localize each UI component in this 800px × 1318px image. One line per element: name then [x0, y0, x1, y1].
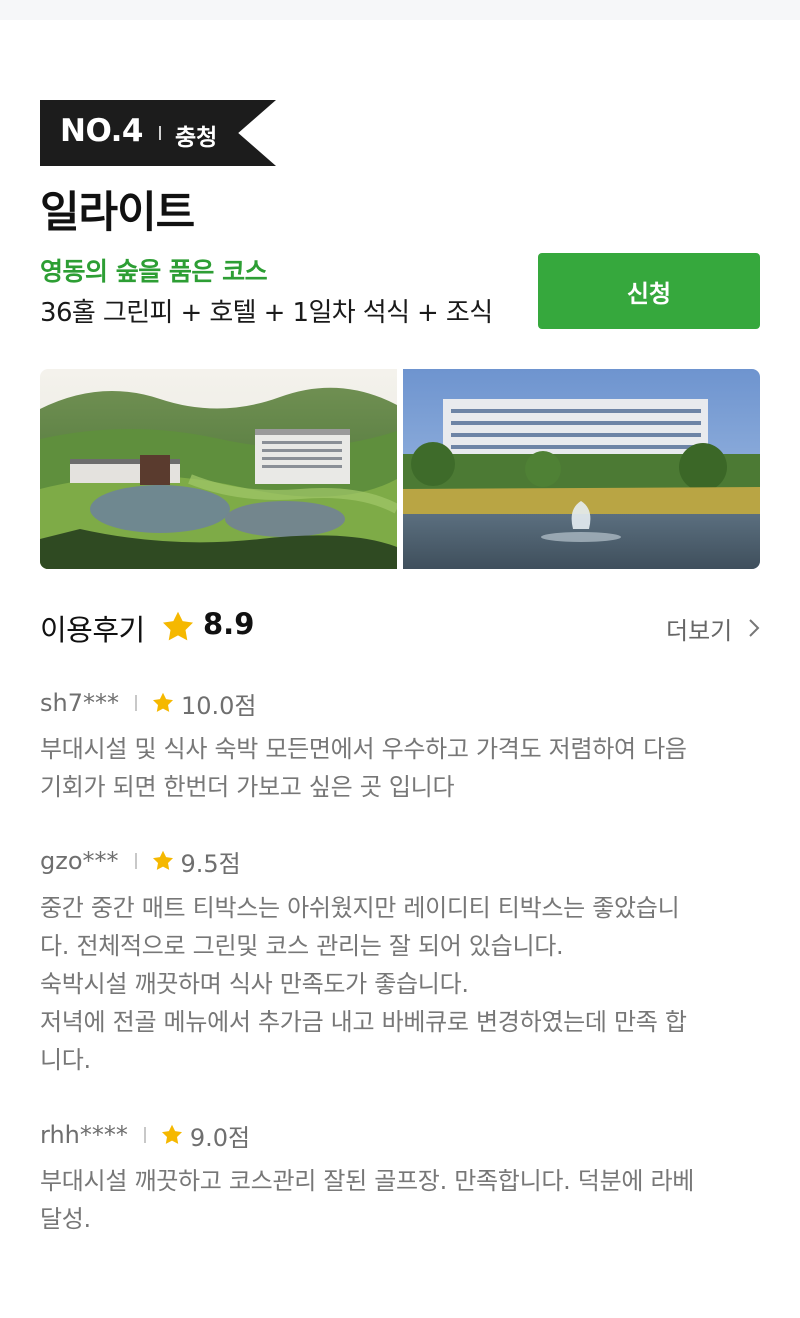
rank-region: 충청	[175, 125, 218, 151]
hotel-with-fountain-image[interactable]	[403, 369, 760, 569]
review-line: 부대시설 깨끗하고 코스관리 잘된 골프장. 만족합니다. 덕분에 라베	[40, 1167, 695, 1195]
reviews-average-score: 8.9	[203, 607, 255, 641]
review-line: 숙박시설 깨끗하며 식사 만족도가 좋습니다.	[40, 970, 469, 998]
meta-divider	[134, 695, 137, 711]
star-icon	[161, 1124, 182, 1144]
rank-number: NO.4	[60, 113, 143, 149]
review-meta: sh7*** 10.0점	[40, 686, 257, 720]
review-line: 니다.	[40, 1046, 91, 1074]
review-rating: 10.0점	[180, 691, 257, 720]
review-line: 중간 중간 매트 티박스는 아쉬웠지만 레이디티 티박스는 좋았습니	[40, 894, 680, 922]
review-line: 다. 전체적으로 그린및 코스 관리는 잘 되어 있습니다.	[40, 932, 564, 960]
review-line: 저녁에 전골 메뉴에서 추가금 내고 바베큐로 변경하였는데 만족 합	[40, 1008, 687, 1036]
review-meta: gzo*** 9.5점	[40, 844, 241, 878]
review-rating: 9.5점	[180, 849, 241, 878]
course-tagline: 영동의 숲을 품은 코스	[40, 257, 268, 286]
review-line: 기회가 되면 한번더 가보고 싶은 곳 입니다	[40, 773, 455, 801]
hotel-illustration	[403, 369, 760, 569]
top-strip	[0, 0, 800, 20]
course-package: 36홀 그린피 + 호텔 + 1일차 석식 + 조식	[40, 298, 493, 328]
review-line: 부대시설 및 식사 숙박 모든면에서 우수하고 가격도 저렴하여 다음	[40, 735, 687, 763]
review-meta: rhh**** 9.0점	[40, 1118, 250, 1152]
review-text: 중간 중간 매트 티박스는 아쉬웠지만 레이디티 티박스는 좋았습니 다. 전체…	[40, 889, 762, 1079]
more-reviews-link[interactable]: 더보기	[666, 611, 732, 646]
star-icon	[152, 692, 173, 712]
golf-course-aerial-image[interactable]	[40, 369, 397, 569]
star-icon	[163, 611, 193, 641]
meta-divider	[134, 853, 137, 869]
reviews-title: 이용후기	[40, 613, 145, 647]
reviewer-name: gzo***	[40, 847, 119, 875]
review-text: 부대시설 깨끗하고 코스관리 잘된 골프장. 만족합니다. 덕분에 라베 달성.	[40, 1162, 762, 1238]
reviewer-name: sh7***	[40, 689, 119, 717]
apply-button[interactable]: 신청	[538, 253, 760, 329]
golf-course-illustration	[40, 369, 397, 569]
reviewer-name: rhh****	[40, 1121, 128, 1149]
rank-banner: NO.4 충청	[40, 100, 276, 166]
chevron-right-icon[interactable]	[745, 616, 763, 640]
review-rating: 9.0점	[189, 1123, 251, 1152]
meta-divider	[143, 1127, 146, 1143]
rank-divider	[159, 126, 161, 140]
review-text: 부대시설 및 식사 숙박 모든면에서 우수하고 가격도 저렴하여 다음 기회가 …	[40, 730, 762, 806]
review-line: 달성.	[40, 1205, 91, 1233]
star-icon	[152, 850, 173, 870]
course-name: 일라이트	[40, 188, 195, 238]
